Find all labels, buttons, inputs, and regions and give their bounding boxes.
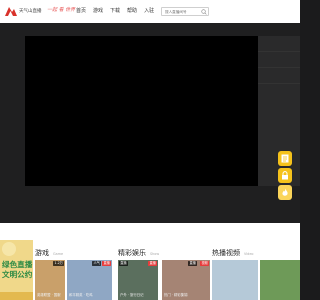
nav-join[interactable]: 入驻 (144, 6, 154, 17)
viewer-count: 人气 (92, 261, 101, 266)
section-title-shows[interactable]: 精彩娱乐 Show (118, 248, 159, 258)
nav-download[interactable]: 下载 (110, 6, 120, 17)
section-title: 精彩娱乐 (118, 249, 146, 257)
live-badge: 直播 (102, 261, 111, 266)
viewer-count: 1.2万 (53, 261, 64, 266)
lock-button[interactable] (278, 168, 292, 183)
banner-text: 绿色直播 文明公约 (2, 260, 32, 280)
banner-line-2: 文明公约 (2, 270, 33, 279)
nav-games[interactable]: 游戏 (93, 6, 103, 17)
brand-slogan: 一起 看 世界 (47, 7, 76, 13)
main-nav: 首页 游戏 下载 帮助 入驻 (76, 6, 161, 17)
site-logo[interactable]: 天气山直播 (4, 5, 42, 17)
nav-help[interactable]: 帮助 (127, 6, 137, 17)
banner-decoration (2, 242, 16, 256)
logo-icon (5, 7, 17, 16)
viewer-count: 直播 (188, 261, 197, 266)
thumbnail-caption: 热门 · 精彩集锦 (164, 293, 188, 297)
video-thumbnail[interactable] (260, 260, 300, 300)
list-item[interactable] (258, 52, 300, 68)
section-subtitle: Video (244, 252, 254, 256)
flame-icon (282, 188, 288, 196)
brand-name: 天气山直播 (19, 9, 42, 14)
nav-home[interactable]: 首页 (76, 6, 86, 17)
section-title: 游戏 (35, 249, 49, 257)
search-box (161, 7, 209, 16)
video-thumbnail[interactable]: 人气 直播 和平精英 · 吃鸡 (67, 260, 112, 300)
section-subtitle: Game (53, 252, 64, 256)
lock-icon (282, 171, 288, 180)
video-thumbnail[interactable]: 1.2万 英雄联盟 · 国服 (35, 260, 65, 300)
search-input[interactable] (165, 8, 200, 16)
thumbnail-caption: 和平精英 · 吃鸡 (69, 293, 93, 297)
document-icon (281, 154, 289, 163)
floating-toolbar (278, 151, 292, 202)
list-item[interactable] (258, 68, 300, 84)
video-thumbnail[interactable]: 直播 视频 热门 · 精彩集锦 (162, 260, 210, 300)
hot-button[interactable] (278, 185, 292, 200)
live-badge: 直播 (148, 261, 157, 266)
banner-line-1: 绿色直播 (2, 260, 33, 269)
section-subtitle: Show (150, 252, 160, 256)
list-item[interactable] (258, 36, 300, 52)
thumbnail-caption: 户外 · 旅行日记 (120, 293, 144, 297)
section-title-games[interactable]: 游戏 Game (35, 248, 63, 258)
green-live-banner[interactable]: 绿色直播 文明公约 (0, 240, 33, 300)
video-thumbnail[interactable]: 直播 直播 户外 · 旅行日记 (118, 260, 158, 300)
live-badge: 视频 (200, 261, 209, 266)
banner-footer (0, 292, 33, 300)
top-header: 天气山直播 一起 看 世界 首页 游戏 下载 帮助 入驻 (0, 0, 300, 23)
video-thumbnail[interactable] (212, 260, 258, 300)
video-player[interactable] (25, 36, 258, 186)
viewer-count: 直播 (119, 261, 128, 266)
section-title: 热播视频 (212, 249, 240, 257)
search-icon[interactable] (200, 9, 207, 15)
section-title-videos[interactable]: 热播视频 Video (212, 248, 254, 258)
thumbnail-caption: 英雄联盟 · 国服 (37, 293, 61, 297)
document-button[interactable] (278, 151, 292, 166)
